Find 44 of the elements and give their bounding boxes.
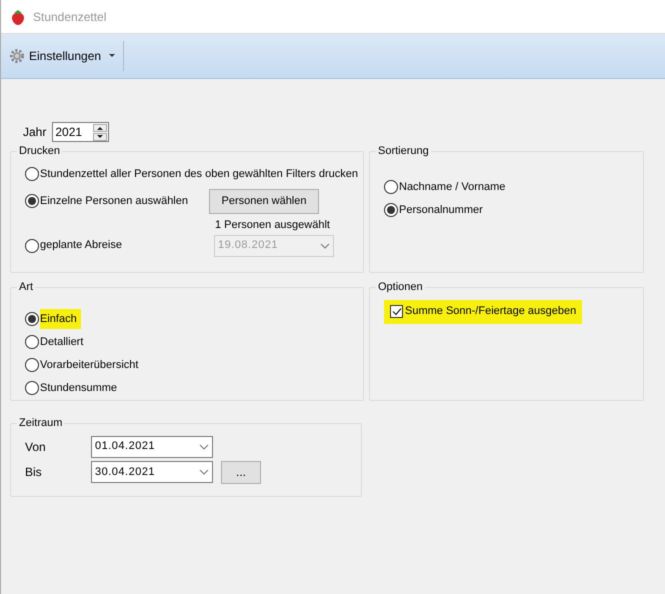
checkbox-label: Summe Sonn-/Feiertage ausgeben <box>405 304 576 320</box>
group-title: Drucken <box>18 144 61 159</box>
date-field[interactable]: 01.04.2021 <box>91 436 213 458</box>
checkbox[interactable] <box>390 305 403 318</box>
year-spinner[interactable]: 2021 <box>52 122 110 142</box>
selection-info: 1 Personen ausgewählt <box>215 218 330 232</box>
window-title: Stundenzettel <box>33 8 106 26</box>
radio-button[interactable] <box>25 167 39 181</box>
caret-icon <box>109 54 116 58</box>
chevron-down-icon <box>199 469 209 475</box>
settings-menu-button[interactable]: Einstellungen <box>9 41 124 71</box>
radio-button[interactable] <box>384 203 398 217</box>
strawberry-icon <box>11 8 25 24</box>
radio-label: Stundensumme <box>40 380 118 396</box>
radio-label: Detalliert <box>40 334 84 350</box>
radio-button[interactable] <box>384 180 398 194</box>
radio-label: Personalnummer <box>399 202 484 218</box>
group-title: Optionen <box>377 280 424 295</box>
from-label: Von <box>25 438 47 456</box>
radio-button[interactable] <box>25 358 39 372</box>
gear-icon <box>9 48 25 64</box>
radio-button[interactable] <box>25 335 39 349</box>
year-label: Jahr <box>23 124 46 141</box>
radio-label: Vorarbeiterübersicht <box>40 358 140 373</box>
to-label: Bis <box>25 464 43 481</box>
radio-label: Stundenzettel aller Personen des oben gewählten Filters drucken <box>40 166 359 182</box>
radio-label: Einzelne Personen auswählen <box>40 194 189 209</box>
group-title: Sortierung <box>377 144 430 159</box>
radio-label: Nachname / Vorname <box>399 180 506 195</box>
group-title: Art <box>18 280 34 295</box>
choose-persons-button[interactable]: Personen wählen <box>209 188 319 214</box>
more-button[interactable]: ... <box>221 460 261 484</box>
radio-label: Einfach <box>40 308 81 330</box>
radio-button[interactable] <box>25 238 39 252</box>
radio-button[interactable] <box>25 194 39 208</box>
spin-up-icon[interactable] <box>93 124 108 132</box>
group-title: Zeitraum <box>18 416 64 431</box>
chevron-down-icon <box>320 242 330 248</box>
radio-button[interactable] <box>25 381 39 395</box>
spin-down-icon[interactable] <box>93 132 108 140</box>
radio-label: geplante Abreise <box>40 238 123 254</box>
date-field[interactable]: 30.04.2021 <box>91 461 213 483</box>
chevron-down-icon <box>199 444 209 450</box>
radio-button[interactable] <box>25 312 39 326</box>
